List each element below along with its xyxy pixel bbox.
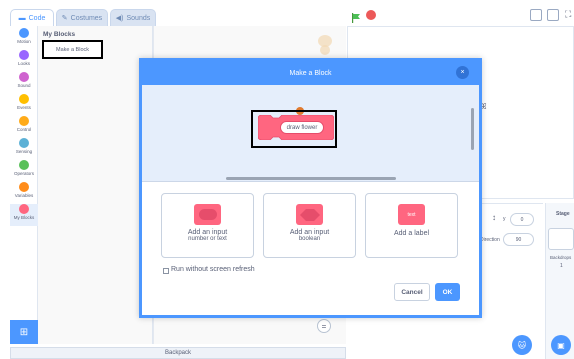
stage-thumbnail[interactable] (548, 228, 574, 250)
option-title: Add an input (289, 229, 330, 236)
sensing-dot-icon (19, 138, 29, 148)
sound-dot-icon (19, 72, 29, 82)
stop-icon[interactable] (366, 10, 376, 20)
y-label: y (503, 216, 506, 222)
category-looks[interactable]: Looks (10, 50, 38, 72)
tab-code-label: Code (28, 14, 46, 22)
motion-dot-icon (19, 28, 29, 38)
tab-costumes[interactable]: ✎ Costumes (56, 9, 108, 26)
block-name-input[interactable]: draw flower (280, 121, 324, 134)
control-dot-icon (19, 116, 29, 126)
preview-horizontal-scrollbar[interactable] (226, 177, 396, 180)
tab-sounds-label: Sounds (126, 14, 151, 22)
tab-code[interactable]: ▬ Code (10, 9, 54, 26)
small-stage-icon[interactable] (530, 9, 542, 21)
backdrops-label: Backdrops (550, 255, 572, 260)
category-sensing[interactable]: Sensing (10, 138, 38, 160)
category-variables[interactable]: Variables (10, 182, 38, 204)
make-a-block-button[interactable]: Make a Block (42, 40, 103, 59)
my-blocks-dot-icon (19, 204, 29, 214)
category-menu: Motion Looks Sound Events Control Sensin… (10, 26, 38, 344)
run-without-refresh-checkbox[interactable] (163, 268, 169, 274)
direction-label: Direction (480, 237, 500, 243)
number-text-input-icon (194, 204, 221, 225)
direction-input[interactable]: 90 (503, 233, 534, 246)
cancel-button[interactable]: Cancel (394, 283, 430, 301)
y-arrow-icon: ↕ (492, 213, 496, 222)
category-operators[interactable]: Operators (10, 160, 38, 182)
cat-icon: 🐱 (517, 340, 527, 350)
run-without-refresh-label: Run without screen refresh (171, 266, 255, 273)
add-input-number-text-button[interactable]: Add an input number or text (161, 193, 254, 258)
add-label-button[interactable]: text Add a label (365, 193, 458, 258)
tab-sounds[interactable]: ◀) Sounds (110, 9, 156, 26)
category-motion[interactable]: Motion (10, 28, 38, 50)
speaker-icon: ◀) (115, 15, 124, 22)
option-title: Add a label (393, 230, 430, 237)
variables-dot-icon (19, 182, 29, 192)
option-subtitle: number or text (188, 236, 227, 242)
backpack-bar[interactable]: Backpack (10, 347, 346, 359)
option-subtitle: boolean (298, 236, 321, 242)
add-extension-button[interactable]: ⊞ (10, 320, 38, 344)
option-title: Add an input (187, 229, 228, 236)
preview-vertical-scrollbar[interactable] (471, 108, 474, 150)
zoom-reset-button[interactable]: = (317, 319, 331, 333)
operators-dot-icon (19, 160, 29, 170)
add-input-boolean-button[interactable]: Add an input boolean (263, 193, 356, 258)
category-my-blocks[interactable]: My Blocks (10, 204, 38, 226)
stage-panel-title: Stage (556, 211, 570, 217)
category-sound[interactable]: Sound (10, 72, 38, 94)
choose-backdrop-button[interactable]: ▣ (551, 335, 571, 355)
y-input[interactable]: 0 (510, 213, 534, 226)
tab-costumes-label: Costumes (70, 14, 103, 22)
dialog-title: Make a Block (142, 61, 479, 85)
ok-button[interactable]: OK (435, 283, 460, 301)
boolean-input-icon (296, 204, 323, 225)
large-stage-icon[interactable] (547, 9, 559, 21)
sprite-watermark-icon (316, 34, 334, 56)
block-palette (38, 26, 153, 344)
delete-input-icon[interactable] (296, 102, 304, 115)
green-flag-icon[interactable] (351, 10, 361, 23)
backdrop-icon: ▣ (557, 340, 565, 350)
label-text-icon: text (398, 204, 425, 225)
category-control[interactable]: Control (10, 116, 38, 138)
category-events[interactable]: Events (10, 94, 38, 116)
palette-title: My Blocks (43, 31, 76, 38)
choose-sprite-button[interactable]: 🐱 (512, 335, 532, 355)
code-icon: ▬ (18, 14, 26, 22)
fullscreen-icon[interactable]: ⛶ (565, 9, 571, 20)
looks-dot-icon (19, 50, 29, 60)
events-dot-icon (19, 94, 29, 104)
close-icon[interactable]: × (456, 66, 469, 79)
brush-icon: ✎ (61, 15, 68, 22)
backdrops-count: 1 (560, 263, 563, 269)
extension-icon: ⊞ (19, 326, 29, 338)
